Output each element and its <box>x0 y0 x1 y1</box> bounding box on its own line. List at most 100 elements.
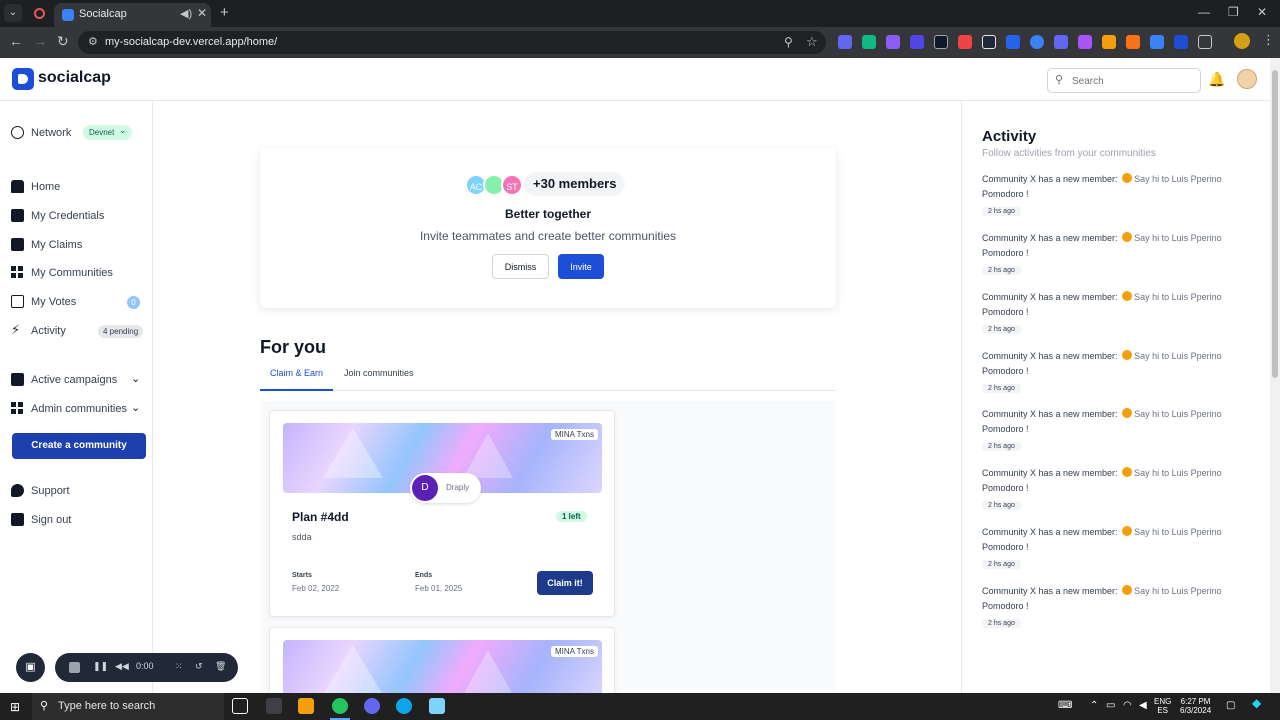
battery-icon[interactable]: ▭ <box>1106 701 1115 711</box>
invite-button[interactable]: Invite <box>558 254 604 279</box>
activity-say-hi[interactable]: Say hi to Luis Pperino <box>1134 351 1222 361</box>
activity-say-hi[interactable]: Say hi to Luis Pperino <box>1134 292 1222 302</box>
tab-claim-earn[interactable]: Claim & Earn <box>260 362 334 391</box>
activity-item[interactable]: Community X has a new member: Say hi to … <box>982 349 1262 393</box>
scrollbar-thumb[interactable] <box>1272 70 1278 378</box>
language-indicator[interactable]: ENG ES <box>1154 697 1171 715</box>
zoom-icon[interactable]: ⚲ <box>784 35 793 49</box>
activity-say-hi[interactable]: Say hi to Luis Pperino <box>1134 409 1222 419</box>
sidebar-network[interactable]: Network Devnet <box>11 123 146 144</box>
extension-icon[interactable] <box>910 35 924 49</box>
restart-icon[interactable]: ↺ <box>195 661 203 672</box>
notion-icon[interactable] <box>266 698 282 714</box>
extension-icon[interactable] <box>958 35 972 49</box>
forward-button[interactable]: → <box>33 33 47 49</box>
address-bar[interactable]: ⚙ my-socialcap-dev.vercel.app/home/ ⚲ ☆ <box>78 31 826 54</box>
windows-start-icon[interactable]: ⊞ <box>10 700 20 714</box>
camera-icon[interactable]: ▣ <box>16 653 45 682</box>
page-scrollbar[interactable] <box>1270 58 1280 693</box>
sidebar-item-my-credentials[interactable]: My Credentials <box>11 207 146 227</box>
sidebar-item-active-campaigns[interactable]: Active campaigns ⌄ <box>11 371 146 391</box>
rewind-icon[interactable]: ◀◀ <box>115 661 129 672</box>
close-window-button[interactable]: ✕ <box>1257 5 1267 19</box>
activity-say-hi[interactable]: Say hi to Luis Pperino <box>1134 174 1222 184</box>
activity-item[interactable]: Community X has a new member: Say hi to … <box>982 231 1262 275</box>
new-tab-button[interactable]: + <box>220 4 229 21</box>
notification-bell-icon[interactable]: 🔔 <box>1208 71 1225 88</box>
sidebar-item-home[interactable]: Home <box>11 178 146 198</box>
chrome-icon[interactable] <box>332 698 348 714</box>
app-icon[interactable] <box>364 698 380 714</box>
extensions-puzzle-icon[interactable] <box>1198 35 1212 49</box>
speaker-icon[interactable]: ◀) <box>180 7 192 20</box>
close-tab-icon[interactable]: ✕ <box>197 6 207 20</box>
chevron-down-icon[interactable]: ⌄ <box>131 372 140 385</box>
app-icon[interactable] <box>429 698 445 714</box>
extension-icon[interactable] <box>838 35 852 49</box>
taskbar-search[interactable]: ⚲ Type here to search <box>32 693 224 720</box>
activity-item[interactable]: Community X has a new member: Say hi to … <box>982 172 1262 216</box>
extension-icon[interactable] <box>1174 35 1188 49</box>
extension-icon[interactable] <box>886 35 900 49</box>
claim-card[interactable]: MINA Txns D Draply Plan #4dd 1 left sdda… <box>269 410 615 617</box>
browser-menu-icon[interactable]: ⋮ <box>1262 32 1275 48</box>
sidebar-item-my-communities[interactable]: My Communities <box>11 264 146 284</box>
user-avatar[interactable] <box>1237 69 1257 89</box>
trash-icon[interactable]: 🗑 <box>215 661 226 672</box>
extension-icon[interactable] <box>982 35 996 49</box>
pause-icon[interactable]: ❚❚ <box>93 661 108 672</box>
sidebar-item-sign-out[interactable]: Sign out <box>11 511 146 531</box>
tray-chevron-icon[interactable]: ⌃ <box>1090 701 1098 711</box>
extension-icon[interactable] <box>1102 35 1116 49</box>
activity-item[interactable]: Community X has a new member: Say hi to … <box>982 584 1262 628</box>
create-community-button[interactable]: Create a community <box>12 433 146 459</box>
claim-button[interactable]: Claim it! <box>537 571 593 595</box>
extension-icon[interactable] <box>934 35 948 49</box>
activity-say-hi[interactable]: Say hi to Luis Pperino <box>1134 586 1222 596</box>
extension-icon[interactable] <box>1006 35 1020 49</box>
tab-join-communities[interactable]: Join communities <box>334 362 424 391</box>
restore-button[interactable]: ❐ <box>1228 5 1239 19</box>
telegram-icon[interactable] <box>396 698 412 714</box>
chevron-down-icon[interactable]: ⌄ <box>131 401 140 414</box>
volume-icon[interactable]: ◀ <box>1139 701 1147 711</box>
activity-item[interactable]: Community X has a new member: Say hi to … <box>982 466 1262 510</box>
sidebar-item-activity[interactable]: ⚡ Activity 4 pending <box>11 322 146 342</box>
search-box[interactable]: ⚲ <box>1047 68 1201 93</box>
activity-item[interactable]: Community X has a new member: Say hi to … <box>982 290 1262 334</box>
extension-icon[interactable] <box>862 35 876 49</box>
wifi-icon[interactable]: ◠ <box>1123 701 1132 711</box>
extension-icon[interactable] <box>1030 35 1044 49</box>
task-view-icon[interactable] <box>232 698 248 714</box>
activity-item[interactable]: Community X has a new member: Say hi to … <box>982 407 1262 451</box>
network-select[interactable]: Devnet <box>83 123 133 140</box>
extension-icon[interactable] <box>1078 35 1092 49</box>
sidebar-item-my-claims[interactable]: My Claims <box>11 236 146 256</box>
activity-say-hi[interactable]: Say hi to Luis Pperino <box>1134 468 1222 478</box>
extension-icon[interactable] <box>1054 35 1068 49</box>
clock[interactable]: 6:27 PM 6/3/2024 <box>1180 697 1211 715</box>
browser-profile-avatar[interactable] <box>1234 33 1250 49</box>
activity-item[interactable]: Community X has a new member: Say hi to … <box>982 525 1262 569</box>
sidebar-item-admin-communities[interactable]: Admin communities ⌄ <box>11 400 146 420</box>
file-explorer-icon[interactable] <box>298 698 314 714</box>
bookmark-star-icon[interactable]: ☆ <box>806 34 818 50</box>
community-chip[interactable]: D Draply <box>410 473 482 503</box>
copilot-icon[interactable]: ◆ <box>1252 697 1261 709</box>
minimize-button[interactable]: — <box>1198 5 1210 19</box>
keyboard-icon[interactable]: ⌨ <box>1058 701 1072 711</box>
activity-say-hi[interactable]: Say hi to Luis Pperino <box>1134 527 1222 537</box>
extension-icon[interactable] <box>1150 35 1164 49</box>
reload-button[interactable]: ↻ <box>57 33 69 50</box>
back-button[interactable]: ← <box>9 33 23 49</box>
stop-recording-icon[interactable] <box>69 662 80 673</box>
activity-say-hi[interactable]: Say hi to Luis Pperino <box>1134 233 1222 243</box>
sidebar-item-support[interactable]: Support <box>11 482 146 502</box>
search-input[interactable] <box>1072 73 1192 89</box>
sidebar-item-my-votes[interactable]: My Votes 0 <box>11 293 146 313</box>
site-info-icon[interactable]: ⚙ <box>88 35 98 48</box>
logo-text[interactable]: socialcap <box>38 69 111 87</box>
notification-center-icon[interactable]: ▢ <box>1226 701 1235 711</box>
socialcap-logo-icon[interactable] <box>12 68 34 90</box>
dismiss-button[interactable]: Dismiss <box>492 254 549 279</box>
